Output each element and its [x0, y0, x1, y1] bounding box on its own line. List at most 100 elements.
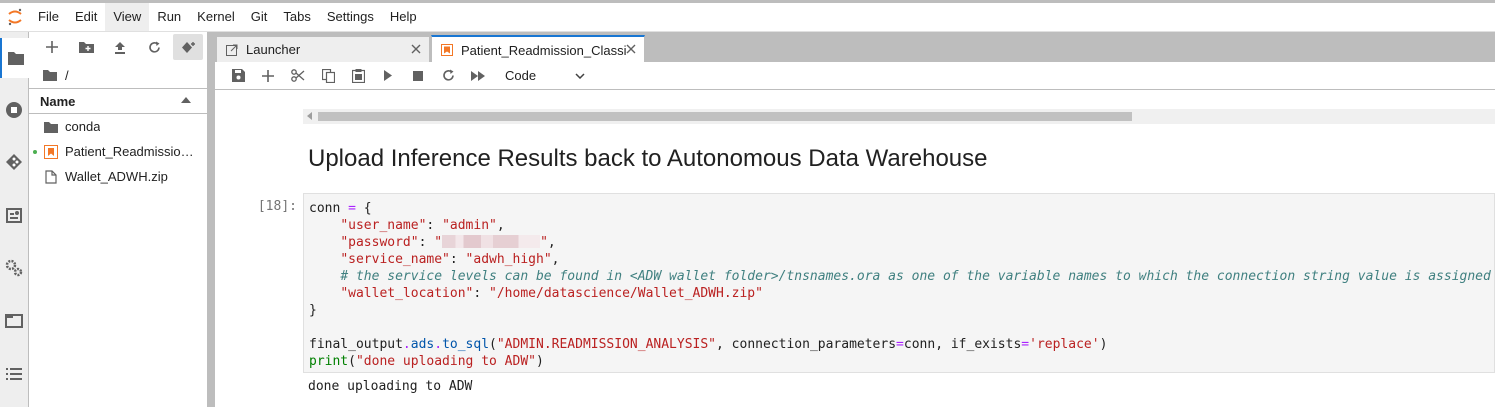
- play-icon: [384, 70, 392, 81]
- refresh-button[interactable]: [139, 34, 169, 60]
- open-tabs-tab[interactable]: [0, 301, 28, 341]
- menu-tabs[interactable]: Tabs: [275, 3, 318, 31]
- code-token: if_exists: [950, 337, 1022, 352]
- new-folder-button[interactable]: [71, 34, 101, 60]
- menu-git[interactable]: Git: [243, 3, 276, 31]
- plus-icon: [46, 41, 58, 53]
- menu-run[interactable]: Run: [149, 3, 189, 31]
- upload-icon: [115, 41, 125, 54]
- scrollbar-thumb[interactable]: [318, 112, 1132, 121]
- new-launcher-button[interactable]: [37, 34, 67, 60]
- code-token: "user_name": [340, 218, 427, 233]
- running-sessions-tab[interactable]: [0, 90, 28, 130]
- code-token: conn: [309, 201, 341, 216]
- extensions-tab[interactable]: [0, 248, 28, 288]
- paste-button[interactable]: [343, 64, 373, 88]
- tabs-icon: [5, 314, 23, 328]
- menu-view[interactable]: View: [105, 3, 150, 31]
- git-tab[interactable]: [0, 142, 28, 182]
- jupyter-logo-icon: [0, 3, 30, 31]
- restart-icon: [442, 69, 454, 81]
- file-row-notebook[interactable]: Patient_Readmission_Classification.ipynb: [29, 139, 207, 164]
- code-token: {: [355, 201, 372, 216]
- close-icon[interactable]: [411, 42, 421, 57]
- stop-icon: [413, 70, 423, 81]
- git-clone-icon: [181, 41, 195, 53]
- scroll-left-icon[interactable]: [307, 112, 313, 120]
- file-browser-panel: / Name conda Patient_Readmission_Classif…: [29, 32, 207, 407]
- folder-icon[interactable]: [43, 69, 57, 81]
- new-folder-icon: [78, 42, 94, 53]
- notebook-icon: [441, 44, 455, 56]
- copy-icon: [321, 68, 335, 83]
- menu-bar: File Edit View Run Kernel Git Tabs Setti…: [0, 3, 1495, 32]
- menu-help[interactable]: Help: [382, 3, 425, 31]
- cell-type-dropdown[interactable]: Code: [505, 68, 585, 83]
- markdown-heading: Upload Inference Results back to Autonom…: [308, 145, 988, 172]
- cell-execution-count: [18]:: [257, 199, 297, 214]
- interrupt-button[interactable]: [403, 64, 433, 88]
- code-token: "wallet_location": [340, 286, 474, 301]
- code-token: "ADMIN.READMISSION_ANALYSIS": [496, 337, 717, 352]
- horizontal-scrollbar[interactable]: [303, 109, 1495, 124]
- code-token: }: [309, 303, 317, 318]
- sort-ascending-icon: [181, 97, 191, 103]
- run-button[interactable]: [373, 64, 403, 88]
- restart-button[interactable]: [433, 64, 463, 88]
- chevron-down-icon: [575, 72, 585, 79]
- name-column-label: Name: [40, 93, 76, 109]
- file-icon: [43, 169, 59, 185]
- menu-file[interactable]: File: [30, 3, 67, 31]
- gears-icon: [5, 259, 23, 277]
- notebook-toolbar: Code: [215, 62, 1495, 90]
- code-token: to_sql: [442, 337, 490, 352]
- panel-splitter[interactable]: [207, 32, 215, 407]
- restart-run-all-button[interactable]: [463, 64, 493, 88]
- file-name: Patient_Readmission_Classification.ipynb: [65, 144, 197, 159]
- menu-settings[interactable]: Settings: [319, 3, 382, 31]
- save-icon: [231, 69, 245, 82]
- tab-label: Patient_Readmission_Classification.ipynb: [461, 42, 626, 58]
- refresh-icon: [148, 41, 160, 53]
- table-of-contents-tab[interactable]: [0, 354, 28, 394]
- folder-icon: [7, 52, 24, 65]
- notebook-panel: Upload Inference Results back to Autonom…: [215, 91, 1495, 407]
- inspector-icon: [6, 208, 22, 223]
- code-token: connection_parameters: [731, 337, 897, 352]
- launcher-icon: [226, 44, 240, 56]
- code-editor[interactable]: conn = { "user_name": "admin", "password…: [309, 200, 1491, 370]
- copy-button[interactable]: [313, 64, 343, 88]
- code-token: "password": [340, 235, 419, 250]
- code-token: final_output: [309, 337, 403, 352]
- file-row-conda[interactable]: conda: [29, 114, 207, 139]
- tab-notebook[interactable]: Patient_Readmission_Classification.ipynb: [431, 35, 645, 63]
- tab-label: Launcher: [246, 42, 301, 57]
- redacted-password: [442, 235, 541, 248]
- file-browser-toolbar: [29, 32, 207, 62]
- file-name: conda: [65, 119, 101, 134]
- name-column-header[interactable]: Name: [29, 88, 207, 114]
- git-clone-button[interactable]: [173, 34, 203, 60]
- property-inspector-tab[interactable]: [0, 195, 28, 235]
- code-cell[interactable]: conn = { "user_name": "admin", "password…: [303, 193, 1495, 373]
- code-token: "/home/datascience/Wallet_ADWH.zip": [489, 286, 763, 301]
- stop-circle-icon: [6, 102, 22, 118]
- save-button[interactable]: [223, 64, 253, 88]
- cell-type-value: Code: [505, 68, 537, 83]
- file-row-wallet[interactable]: Wallet_ADWH.zip: [29, 164, 207, 189]
- cut-button[interactable]: [283, 64, 313, 88]
- code-token: "done uploading to ADW": [355, 354, 536, 369]
- code-token: "service_name": [340, 252, 450, 267]
- code-comment: # the service levels can be found in <AD…: [340, 269, 1491, 284]
- git-icon: [6, 154, 22, 170]
- tab-launcher[interactable]: Launcher: [216, 36, 430, 62]
- file-browser-tab[interactable]: [0, 38, 29, 78]
- upload-button[interactable]: [105, 34, 135, 60]
- menu-kernel[interactable]: Kernel: [189, 3, 243, 31]
- close-icon[interactable]: [626, 42, 636, 57]
- code-token: "adwh_high": [465, 252, 552, 267]
- breadcrumb-root[interactable]: /: [65, 68, 69, 83]
- code-token: "admin": [442, 218, 497, 233]
- insert-cell-button[interactable]: [253, 64, 283, 88]
- menu-edit[interactable]: Edit: [67, 3, 105, 31]
